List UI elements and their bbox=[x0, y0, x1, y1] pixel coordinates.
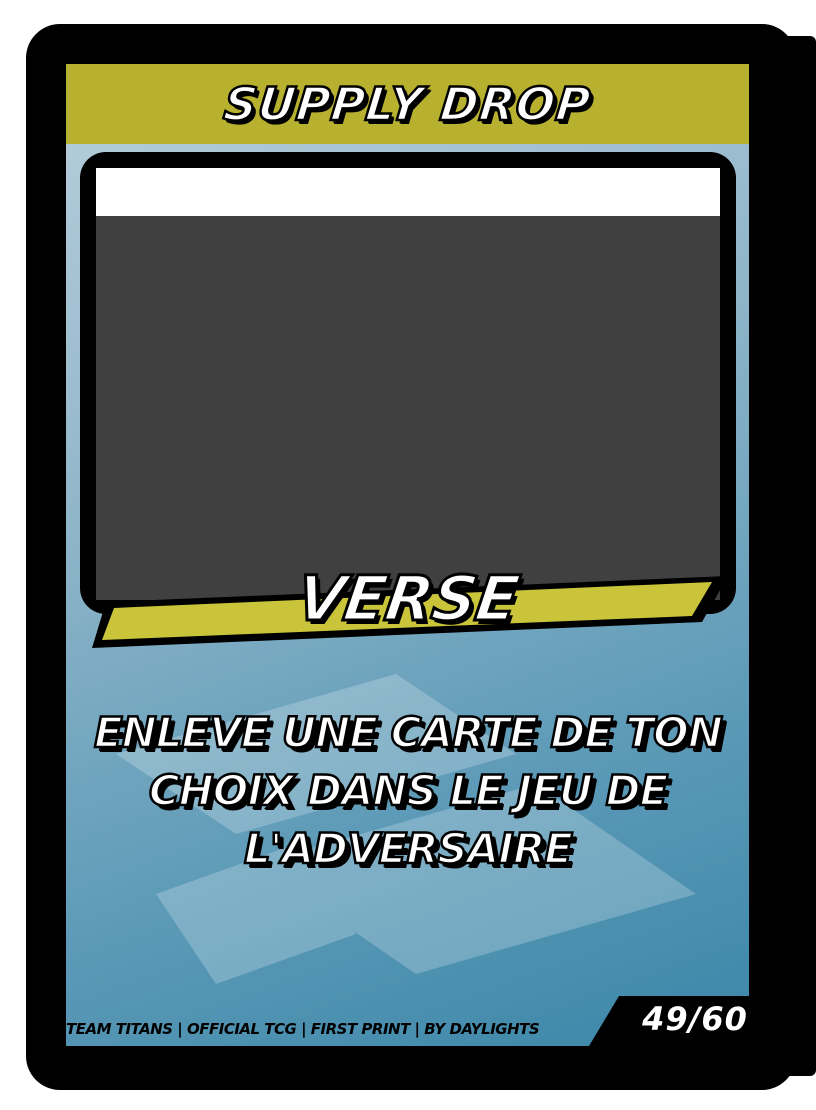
card-face: SUPPLY DROP VERSE ENLEVE UNE CARTE DE TO… bbox=[66, 64, 749, 1046]
footer-credits: TEAM TITANS | OFFICIAL TCG | FIRST PRINT… bbox=[66, 1020, 540, 1038]
card-number: 49/60 bbox=[642, 1000, 748, 1038]
trading-card: SUPPLY DROP VERSE ENLEVE UNE CARTE DE TO… bbox=[26, 24, 796, 1090]
art-placeholder bbox=[96, 168, 720, 600]
card-title: SUPPLY DROP bbox=[220, 76, 595, 133]
title-bar: SUPPLY DROP bbox=[66, 64, 749, 144]
art-top-strip bbox=[96, 168, 720, 216]
card-type: VERSE bbox=[291, 561, 524, 637]
card-stage: SUPPLY DROP VERSE ENLEVE UNE CARTE DE TO… bbox=[0, 0, 816, 1110]
card-effect-text: ENLEVE UNE CARTE DE TON CHOIX DANS LE JE… bbox=[93, 707, 725, 875]
